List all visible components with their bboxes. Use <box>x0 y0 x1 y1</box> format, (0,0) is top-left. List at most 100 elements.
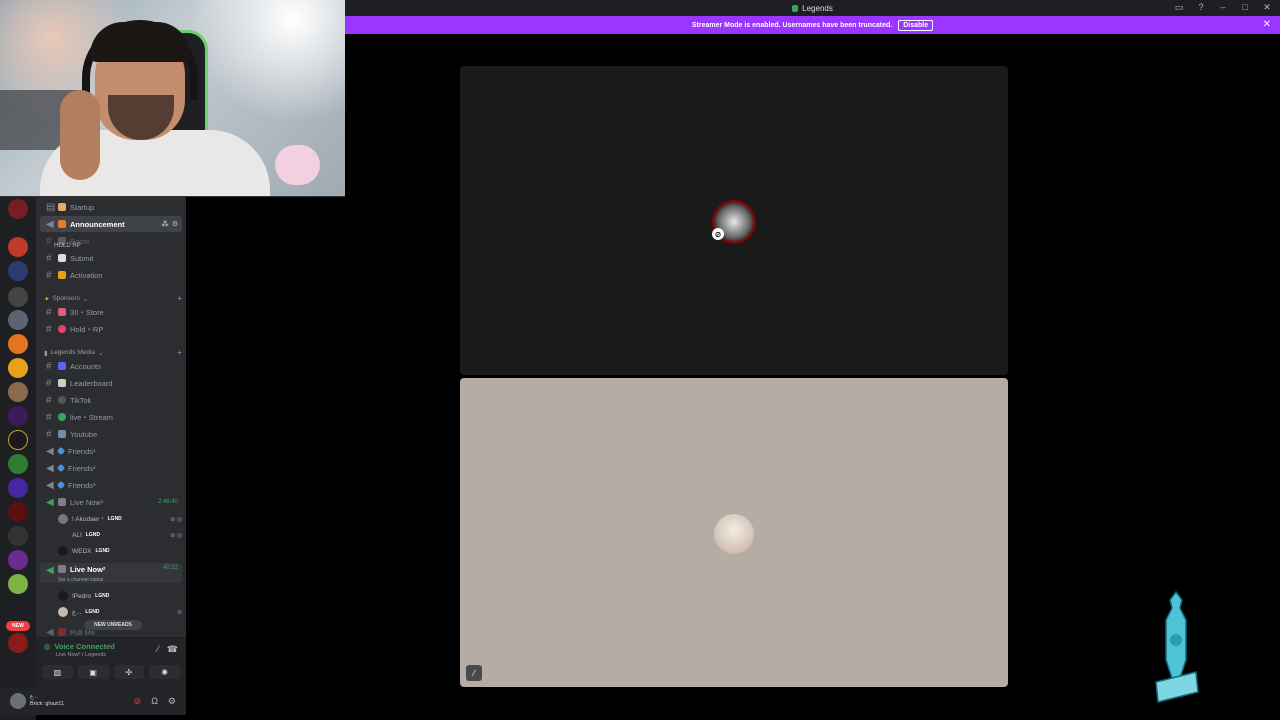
category-sponsors[interactable]: ✦ Sponsors ⌄ + <box>44 294 182 303</box>
avatar <box>714 514 754 554</box>
channel-emoji-icon <box>58 254 66 262</box>
server-icon[interactable] <box>8 526 28 546</box>
close-icon[interactable]: ✕ <box>1262 2 1272 12</box>
banner-close-icon[interactable]: ✕ <box>1263 19 1271 30</box>
minimize-icon[interactable]: – <box>1218 2 1228 12</box>
voice-user[interactable]: ع... LGND ⊘ <box>58 605 182 619</box>
muted-icon: ⊘ ◎ <box>170 532 182 539</box>
server-icon[interactable] <box>8 334 28 354</box>
video-tile[interactable]: ⁄ <box>460 378 1008 687</box>
channel-emoji-icon <box>58 203 66 211</box>
channel-emoji-icon <box>58 325 66 333</box>
add-channel-icon[interactable]: + <box>177 348 182 357</box>
server-icon[interactable] <box>8 430 28 450</box>
mic-muted-icon[interactable]: ⁄ <box>466 665 482 681</box>
headphones-icon[interactable]: Ω <box>151 696 158 707</box>
voice-user[interactable]: WEDX LGND <box>58 544 182 558</box>
avatar[interactable] <box>10 693 26 709</box>
channel-live-stream[interactable]: # live・Stream <box>40 409 182 425</box>
channel-emoji-icon <box>58 362 66 370</box>
voice-connected-panel: ◍ Voice Connected Live Now² / Legends ⁄ … <box>36 637 186 687</box>
webcam-overlay <box>0 0 345 197</box>
camera-off-button[interactable]: ▧ <box>42 665 73 679</box>
help-icon[interactable]: ? <box>1196 2 1206 12</box>
channel-hold-rp[interactable]: # Hold・RP <box>40 321 182 337</box>
voice-channel-friends1[interactable]: ◀ Friends¹ <box>40 443 182 459</box>
server-icon[interactable] <box>8 199 28 219</box>
channel-tiktok[interactable]: # TikTok <box>40 392 182 408</box>
add-member-icon[interactable]: ⁂ <box>162 220 169 228</box>
muted-icon: ⊘ <box>176 609 182 616</box>
channel-accounts[interactable]: # Accounts <box>40 358 182 374</box>
category-legends-media[interactable]: ▮ Legends Media ⌄ + <box>44 348 182 357</box>
settings-icon[interactable]: ⚙ <box>168 696 176 707</box>
disconnect-icon[interactable]: ☎ <box>167 644 178 655</box>
hash-icon: # <box>46 394 52 406</box>
channel-emoji-icon <box>58 430 66 438</box>
chevron-down-icon: ⌄ <box>82 295 89 303</box>
muted-icon: ⊘ ◎ <box>170 516 182 523</box>
channel-status-prompt[interactable]: Set a channel status <box>58 577 103 583</box>
speaker-icon: ◀ <box>46 462 54 474</box>
voice-user[interactable]: ! Akodaer ⁷ LGND ⊘ ◎ <box>58 512 182 526</box>
activities-icon: ✣ <box>125 667 133 677</box>
new-unreads-pill[interactable]: NEW UNREADS <box>84 620 142 630</box>
diamond-icon <box>56 446 66 456</box>
server-icon[interactable] <box>8 454 28 474</box>
voice-location[interactable]: Live Now² / Legends <box>56 652 106 658</box>
noise-suppression-icon[interactable]: ⁄ <box>157 644 159 655</box>
channel-leaderboard[interactable]: # Leaderboard <box>40 375 182 391</box>
channel-emoji-icon <box>58 379 66 387</box>
username: ع... <box>30 694 38 700</box>
new-badge[interactable]: NEW <box>6 621 30 631</box>
server-icon[interactable] <box>8 550 28 570</box>
channel-store[interactable]: # 3II・Store <box>40 304 182 320</box>
server-icon[interactable] <box>8 310 28 330</box>
discord-window: Legends ▭ ? – □ ✕ Streamer Mode is enabl… <box>0 0 1280 720</box>
channel-startup[interactable]: ▤ Startup <box>40 199 182 215</box>
server-icon[interactable] <box>8 478 28 498</box>
mic-muted-icon[interactable]: ⊘ <box>134 696 142 707</box>
server-icon[interactable] <box>8 358 28 378</box>
channel-announcement[interactable]: ◀ Announcement ⁂ ⚙ <box>40 216 182 232</box>
disable-button[interactable]: Disable <box>898 19 934 31</box>
window-title: Legends <box>802 3 833 13</box>
channel-emoji-icon <box>58 498 66 506</box>
activities-button[interactable]: ✣ <box>113 665 145 679</box>
server-icon[interactable] <box>8 633 28 653</box>
voice-channel-friends2[interactable]: ◀ Friends² <box>40 460 182 476</box>
server-rail: NEW <box>0 197 36 720</box>
settings-icon[interactable]: ⚙ <box>172 220 178 228</box>
channel-emoji-icon <box>58 271 66 279</box>
announcement-icon: ◀ <box>46 218 54 230</box>
voice-connected-status[interactable]: Voice Connected <box>55 642 115 651</box>
screen-share-button[interactable]: ▣ <box>77 665 109 679</box>
voice-duration: 2:46:40 <box>157 499 178 505</box>
channel-youtube[interactable]: # Youtube <box>40 426 182 442</box>
server-icon[interactable] <box>8 382 28 402</box>
diamond-icon <box>56 480 66 490</box>
server-icon[interactable] <box>8 261 28 281</box>
screen-share-icon: ▣ <box>89 667 97 677</box>
add-channel-icon[interactable]: + <box>177 294 182 303</box>
channel-activation[interactable]: # Activation <box>40 267 182 283</box>
inbox-icon[interactable]: ▭ <box>1174 2 1184 12</box>
speaker-icon: ◀ <box>46 496 54 508</box>
server-icon[interactable] <box>8 406 28 426</box>
soundboard-button[interactable]: ✺ <box>149 665 180 679</box>
voice-user[interactable]: !Pedro LGND <box>58 589 182 603</box>
channel-submit[interactable]: # Submit <box>40 250 182 266</box>
server-icon[interactable] <box>8 237 28 257</box>
voice-user[interactable]: ALI LGND ⊘ ◎ <box>58 528 182 542</box>
avatar <box>58 607 68 617</box>
hash-icon: # <box>46 252 52 264</box>
hash-icon: # <box>46 377 52 389</box>
server-icon[interactable] <box>8 287 28 307</box>
video-tile[interactable]: ⊘ <box>460 66 1008 375</box>
voice-channel-friends3[interactable]: ◀ Friends³ <box>40 477 182 493</box>
sparkle-icon: ✦ <box>44 295 50 303</box>
maximize-icon[interactable]: □ <box>1240 2 1250 12</box>
server-icon[interactable] <box>8 574 28 594</box>
server-icon[interactable] <box>8 502 28 522</box>
voice-channel-live-now1[interactable]: ◀ Live Now¹ 2:46:40 <box>40 494 182 510</box>
